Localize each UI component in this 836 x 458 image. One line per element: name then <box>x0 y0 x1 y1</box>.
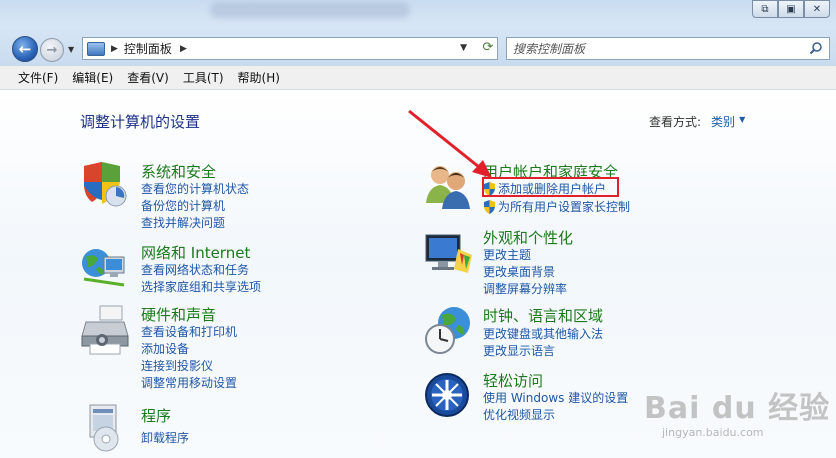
category-link[interactable]: 查找并解决问题 <box>141 214 225 231</box>
category-link[interactable]: 更改键盘或其他输入法 <box>483 325 603 342</box>
printer-icon[interactable] <box>80 304 130 356</box>
category-title[interactable]: 系统和安全 <box>141 161 216 182</box>
forward-button[interactable]: → <box>40 38 64 62</box>
users-icon[interactable] <box>424 163 474 209</box>
control-panel-icon <box>87 41 105 56</box>
recent-pages-dropdown[interactable]: ▼ <box>68 45 74 54</box>
category-title[interactable]: 轻松访问 <box>483 370 543 391</box>
category-link[interactable]: 更改主题 <box>483 246 531 263</box>
category-link[interactable]: 优化视频显示 <box>483 406 555 423</box>
parental-controls-link[interactable]: 为所有用户设置家长控制 <box>498 198 630 215</box>
window-controls: ⧉ ▣ ✕ <box>752 0 830 18</box>
watermark-logo: Bai du 经验 <box>644 391 831 426</box>
category-link[interactable]: 更改显示语言 <box>483 342 555 359</box>
category-link[interactable]: 备份您的计算机 <box>141 197 225 214</box>
category-link[interactable]: 为所有用户设置家长控制 <box>483 198 630 215</box>
category-link[interactable]: 查看网络状态和任务 <box>141 261 249 278</box>
menu-help[interactable]: 帮助(H) <box>232 67 288 88</box>
category-link[interactable]: 卸载程序 <box>141 429 189 446</box>
view-by-label: 查看方式: <box>649 115 702 129</box>
watermark-url: jingyan.baidu.com <box>662 426 764 439</box>
search-icon[interactable] <box>809 41 823 55</box>
category-title[interactable]: 时钟、语言和区域 <box>483 305 603 326</box>
arrow-right-icon: → <box>46 42 58 58</box>
search-box[interactable] <box>506 37 830 60</box>
address-dropdown-icon[interactable]: ▼ <box>460 43 467 53</box>
view-by-dropdown[interactable]: 类别 <box>711 113 735 130</box>
category-title[interactable]: 硬件和声音 <box>141 304 216 325</box>
highlight-box <box>482 177 619 197</box>
clock-globe-icon[interactable] <box>424 305 474 355</box>
arrow-left-icon: ← <box>18 40 32 58</box>
menu-view[interactable]: 查看(V) <box>121 67 177 88</box>
maximize-button[interactable]: ▣ <box>778 0 804 18</box>
menu-file[interactable]: 文件(F) <box>12 67 66 88</box>
back-button[interactable]: ← <box>12 36 38 62</box>
programs-icon[interactable] <box>84 403 128 453</box>
address-bar[interactable]: ▶ 控制面板 ▶ ▼ <box>82 37 498 60</box>
restore-button[interactable]: ⧉ <box>752 0 778 18</box>
ease-of-access-icon[interactable] <box>424 372 470 418</box>
category-link[interactable]: 添加设备 <box>141 340 189 357</box>
category-link[interactable]: 调整屏幕分辨率 <box>483 280 567 297</box>
category-link[interactable]: 选择家庭组和共享选项 <box>141 278 261 295</box>
breadcrumb-control-panel[interactable]: 控制面板 <box>124 40 172 57</box>
close-button[interactable]: ✕ <box>804 0 830 18</box>
category-title[interactable]: 外观和个性化 <box>483 227 573 248</box>
network-icon[interactable] <box>80 243 130 291</box>
category-link[interactable]: 查看您的计算机状态 <box>141 180 249 197</box>
uac-shield-icon <box>484 199 495 214</box>
menu-edit[interactable]: 编辑(E) <box>66 67 121 88</box>
category-link[interactable]: 使用 Windows 建议的设置 <box>483 389 628 406</box>
menu-tools[interactable]: 工具(T) <box>177 67 232 88</box>
display-icon[interactable] <box>424 233 474 275</box>
shield-icon[interactable] <box>80 160 130 210</box>
category-title[interactable]: 网络和 Internet <box>141 242 250 263</box>
view-by: 查看方式: 类别 ▼ <box>649 113 745 130</box>
category-link[interactable]: 调整常用移动设置 <box>141 374 237 391</box>
search-input[interactable] <box>513 41 793 56</box>
refresh-icon[interactable]: ⟳ <box>478 40 498 58</box>
category-title[interactable]: 程序 <box>141 405 171 426</box>
breadcrumb-chevron-icon[interactable]: ▶ <box>111 44 118 54</box>
chevron-down-icon[interactable]: ▼ <box>739 115 745 130</box>
menu-bar: 文件(F) 编辑(E) 查看(V) 工具(T) 帮助(H) <box>0 66 836 90</box>
window-title <box>210 2 410 18</box>
breadcrumb-chevron-icon[interactable]: ▶ <box>180 44 187 54</box>
category-link[interactable]: 查看设备和打印机 <box>141 323 237 340</box>
category-link[interactable]: 连接到投影仪 <box>141 357 213 374</box>
page-title: 调整计算机的设置 <box>80 113 201 131</box>
category-link[interactable]: 更改桌面背景 <box>483 263 555 280</box>
